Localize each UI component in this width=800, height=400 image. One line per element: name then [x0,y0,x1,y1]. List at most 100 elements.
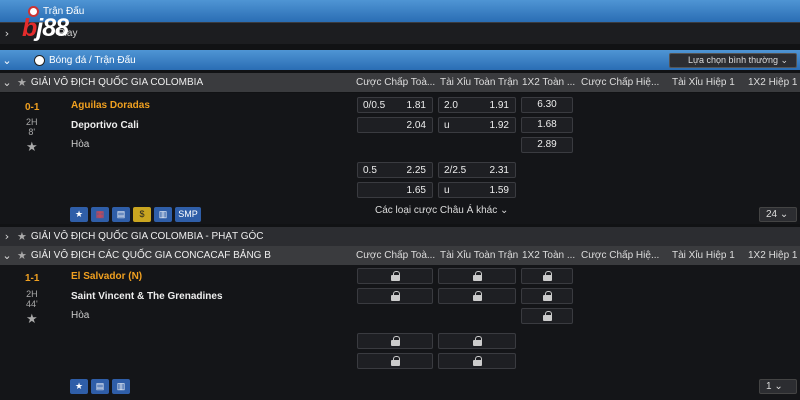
odds-locked[interactable] [521,288,573,304]
more-bets-label: Các loại cược Châu Á khác [375,205,498,216]
brand-logo: bj88 [22,14,69,42]
favorite-star-icon[interactable]: ★ [26,140,38,155]
league-name: GIẢI VÔ ĐỊCH QUỐC GIA COLOMBIA - PHẠT GÓ… [30,231,264,242]
odds-locked[interactable] [357,333,433,349]
hcap-line: 0/0.5 [363,100,386,111]
col-header-hcap-h1: Cược Chấp Hiệ... [581,77,660,88]
market-count-select[interactable]: 1 ⌄ [759,379,797,394]
smp-button[interactable]: SMP [175,207,201,222]
odds-value: 1.91 [489,100,509,111]
chevron-down-icon[interactable]: ⌄ [0,76,14,89]
favorite-star-icon[interactable]: ★ [17,76,27,89]
lock-icon [390,291,400,301]
ou-line: u [444,185,450,196]
scoreboard-icon[interactable]: ▤ [112,207,130,222]
lock-icon [472,336,482,346]
ou-line: 2.0 [444,100,458,111]
odds-hcap-away-alt[interactable]: 1.65 [357,182,433,198]
market-count-select[interactable]: 24 ⌄ [759,207,797,222]
odds-locked[interactable] [521,308,573,324]
match-block-1: 0-1 2H 8' ★ Aguilas Doradas Deportivo Cal… [0,93,800,224]
odds-value: 2.25 [406,165,426,176]
col-header-1x2: 1X2 Toàn ... [522,77,576,88]
lock-icon [472,271,482,281]
lock-icon [390,271,400,281]
odds-locked[interactable] [438,268,516,284]
more-bets-link[interactable]: Các loại cược Châu Á khác ⌄ [375,205,508,216]
odds-value: 1.92 [489,120,509,131]
favorite-star-icon[interactable]: ★ [17,230,27,243]
soccer-ball-icon [34,54,45,66]
col-header-1x2-h1: 1X2 Hiệp 1 [748,77,798,88]
lock-icon [542,271,552,281]
chevron-right-icon: › [4,27,10,40]
odds-ou-over-alt[interactable]: 2/2.5 2.31 [438,162,516,178]
odds-value: 1.65 [406,185,426,196]
col-header-ou-h1: Tài Xỉu Hiệp 1 [672,250,735,261]
col-header-ou-h1: Tài Xỉu Hiệp 1 [672,77,735,88]
bar-chart-icon[interactable]: ▥ [112,379,130,394]
home-team: Aguilas Doradas [71,100,150,111]
market-count: 1 [766,381,772,392]
odds-value: 2.89 [537,139,557,150]
favorite-star-icon[interactable]: ★ [17,249,27,262]
league-header-colombia[interactable]: ⌄ ★ GIẢI VÔ ĐỊCH QUỐC GIA COLOMBIA Cược … [0,73,800,92]
home-team: El Salvador (N) [71,271,143,282]
favorite-star-icon[interactable]: ★ [26,312,38,327]
odds-locked[interactable] [438,333,516,349]
odds-locked[interactable] [521,268,573,284]
market-count: 24 [766,209,778,220]
chevron-right-icon[interactable]: › [0,230,14,243]
col-header-1x2: 1X2 Toàn ... [522,250,576,261]
match-minute: 8' [28,127,36,137]
cashout-icon[interactable]: $ [133,207,151,222]
odds-value: 1.59 [489,185,509,196]
favorite-star-icon[interactable]: ★ [70,379,88,394]
league-header-concacaf[interactable]: ⌄ ★ GIẢI VÔ ĐỊCH CÁC QUỐC GIA CONCACAF B… [0,246,800,265]
lock-icon [472,291,482,301]
odds-ou-under-alt[interactable]: u 1.59 [438,182,516,198]
favorite-star-icon[interactable]: ★ [70,207,88,222]
league-name: GIẢI VÔ ĐỊCH CÁC QUỐC GIA CONCACAF BẢNG … [30,250,271,261]
match-block-2: 1-1 2H 44' ★ El Salvador (N) Saint Vincen… [0,265,800,400]
odds-locked[interactable] [438,288,516,304]
odds-value: 2.31 [489,165,509,176]
odds-ou-over[interactable]: 2.0 1.91 [438,97,516,113]
col-header-1x2-h1: 1X2 Hiệp 1 [748,250,798,261]
odds-ou-under[interactable]: u 1.92 [438,117,516,133]
top-match-bar[interactable]: Trận Đấu [0,0,800,22]
match-time: 2H 8' [26,117,38,137]
ou-line: u [444,120,450,131]
odds-1x2-draw[interactable]: 2.89 [521,137,573,153]
league-header-corners[interactable]: › ★ GIẢI VÔ ĐỊCH QUỐC GIA COLOMBIA - PHẠ… [0,227,800,246]
chevron-down-icon[interactable]: ⌄ [0,249,14,262]
odds-locked[interactable] [357,353,433,369]
odds-value: 2.04 [406,120,426,131]
stats-grid-icon[interactable]: ▦ [91,207,109,222]
col-header-hcap-h1: Cược Chấp Hiệ... [581,250,660,261]
odds-hcap-home-alt[interactable]: 0.5 2.25 [357,162,433,178]
chevron-down-icon[interactable]: ⌄ [0,54,14,67]
odds-locked[interactable] [357,288,433,304]
sort-select[interactable]: Lựa chọn bình thường ⌄ [669,53,797,68]
ou-line: 2/2.5 [444,165,467,176]
col-header-ou: Tài Xỉu Toàn Trận [440,77,519,88]
scoreboard-icon[interactable]: ▤ [91,379,109,394]
match-minute: 44' [26,299,38,309]
draw-label: Hòa [71,139,90,150]
odds-value: 6.30 [537,99,557,110]
odds-hcap-home[interactable]: 0/0.5 1.81 [357,97,433,113]
away-team: Saint Vincent & The Grenadines [71,291,223,302]
match-period: 2H [26,117,38,127]
odds-locked[interactable] [438,353,516,369]
bar-chart-icon[interactable]: ▥ [154,207,172,222]
breadcrumb: Bóng đá / Trận Đấu [49,54,136,66]
odds-hcap-away[interactable]: 2.04 [357,117,433,133]
draw-label: Hòa [71,310,90,321]
odds-locked[interactable] [357,268,433,284]
match-time: 2H 44' [26,289,38,309]
play-row[interactable]: › Play [0,22,800,44]
odds-1x2-home[interactable]: 6.30 [521,97,573,113]
match-score: 1-1 [25,273,40,284]
odds-1x2-away[interactable]: 1.68 [521,117,573,133]
